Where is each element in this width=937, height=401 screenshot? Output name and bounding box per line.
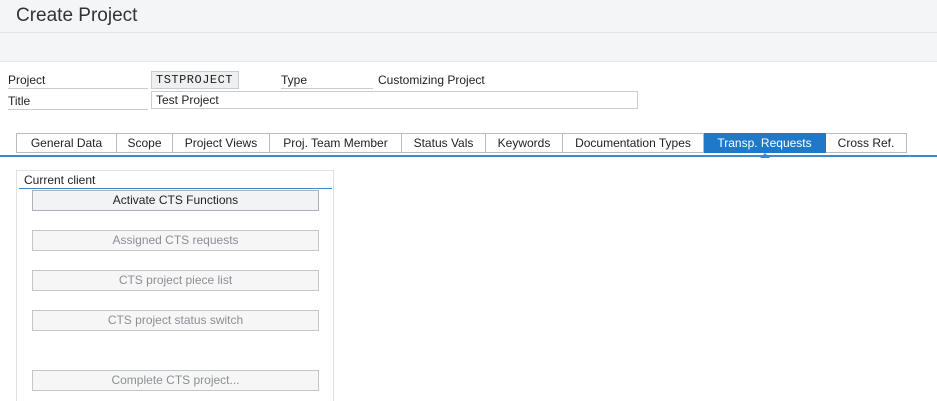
tab-strip: General Data Scope Project Views Proj. T… xyxy=(16,133,907,153)
tab-underline xyxy=(0,155,937,157)
title-label: Title xyxy=(8,92,148,110)
tab-general-data[interactable]: General Data xyxy=(16,133,117,153)
title-field[interactable]: Test Project xyxy=(151,91,638,109)
tab-scope[interactable]: Scope xyxy=(117,133,173,153)
group-title: Current client xyxy=(19,172,332,189)
page-title: Create Project xyxy=(16,5,138,26)
project-field[interactable]: TSTPROJECT xyxy=(151,71,239,89)
application-toolbar xyxy=(0,33,937,62)
tab-keywords[interactable]: Keywords xyxy=(486,133,563,153)
active-tab-caret-icon xyxy=(760,153,770,158)
type-value: Customizing Project xyxy=(378,73,485,87)
type-label: Type xyxy=(281,71,373,89)
activate-cts-functions-button[interactable]: Activate CTS Functions xyxy=(32,190,319,211)
complete-cts-project-button[interactable]: Complete CTS project... xyxy=(32,370,319,391)
tab-proj-team-member[interactable]: Proj. Team Member xyxy=(270,133,402,153)
current-client-group: Current client Activate CTS Functions As… xyxy=(16,170,334,401)
tab-cross-ref[interactable]: Cross Ref. xyxy=(826,133,907,153)
tab-project-views[interactable]: Project Views xyxy=(173,133,270,153)
title-bar: Create Project xyxy=(0,0,937,33)
tab-documentation-types[interactable]: Documentation Types xyxy=(563,133,704,153)
tab-transp-requests[interactable]: Transp. Requests xyxy=(704,133,826,153)
project-label: Project xyxy=(8,71,148,89)
cts-project-piece-list-button[interactable]: CTS project piece list xyxy=(32,270,319,291)
assigned-cts-requests-button[interactable]: Assigned CTS requests xyxy=(32,230,319,251)
tab-status-vals[interactable]: Status Vals xyxy=(402,133,486,153)
cts-project-status-switch-button[interactable]: CTS project status switch xyxy=(32,310,319,331)
